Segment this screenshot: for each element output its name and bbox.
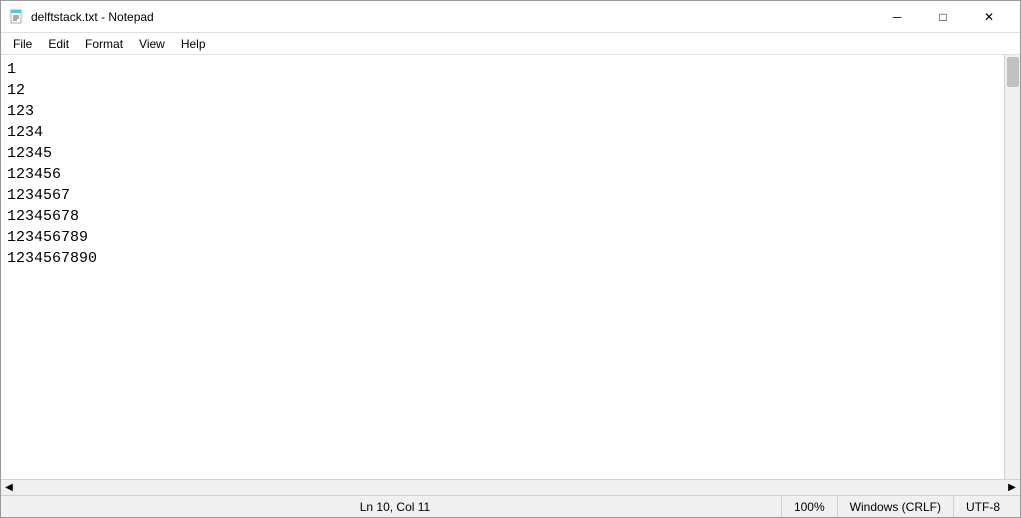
vertical-scrollbar[interactable] xyxy=(1004,55,1020,479)
line-ending: Windows (CRLF) xyxy=(837,496,953,517)
maximize-button[interactable]: □ xyxy=(920,1,966,33)
menu-bar: File Edit Format View Help xyxy=(1,33,1020,55)
menu-view[interactable]: View xyxy=(131,33,173,55)
scrollbar-h-track xyxy=(17,480,1004,496)
notepad-icon xyxy=(9,9,25,25)
menu-edit[interactable]: Edit xyxy=(40,33,77,55)
editor-area xyxy=(1,55,1020,479)
menu-help[interactable]: Help xyxy=(173,33,214,55)
title-bar-left: delftstack.txt - Notepad xyxy=(9,9,154,25)
minimize-button[interactable]: ─ xyxy=(874,1,920,33)
text-editor[interactable] xyxy=(1,55,1004,479)
menu-format[interactable]: Format xyxy=(77,33,131,55)
horizontal-scrollbar[interactable]: ◀ ▶ xyxy=(1,479,1020,495)
scrollbar-thumb[interactable] xyxy=(1007,57,1019,87)
scroll-right-arrow[interactable]: ▶ xyxy=(1004,480,1020,496)
cursor-position: Ln 10, Col 11 xyxy=(9,496,781,517)
main-content: ◀ ▶ xyxy=(1,55,1020,495)
window-title: delftstack.txt - Notepad xyxy=(31,10,154,24)
scroll-left-arrow[interactable]: ◀ xyxy=(1,480,17,496)
close-button[interactable]: ✕ xyxy=(966,1,1012,33)
window-controls: ─ □ ✕ xyxy=(874,1,1012,33)
notepad-window: delftstack.txt - Notepad ─ □ ✕ File Edit… xyxy=(0,0,1021,518)
zoom-level: 100% xyxy=(781,496,837,517)
title-bar: delftstack.txt - Notepad ─ □ ✕ xyxy=(1,1,1020,33)
encoding: UTF-8 xyxy=(953,496,1012,517)
status-bar: Ln 10, Col 11 100% Windows (CRLF) UTF-8 xyxy=(1,495,1020,517)
menu-file[interactable]: File xyxy=(5,33,40,55)
